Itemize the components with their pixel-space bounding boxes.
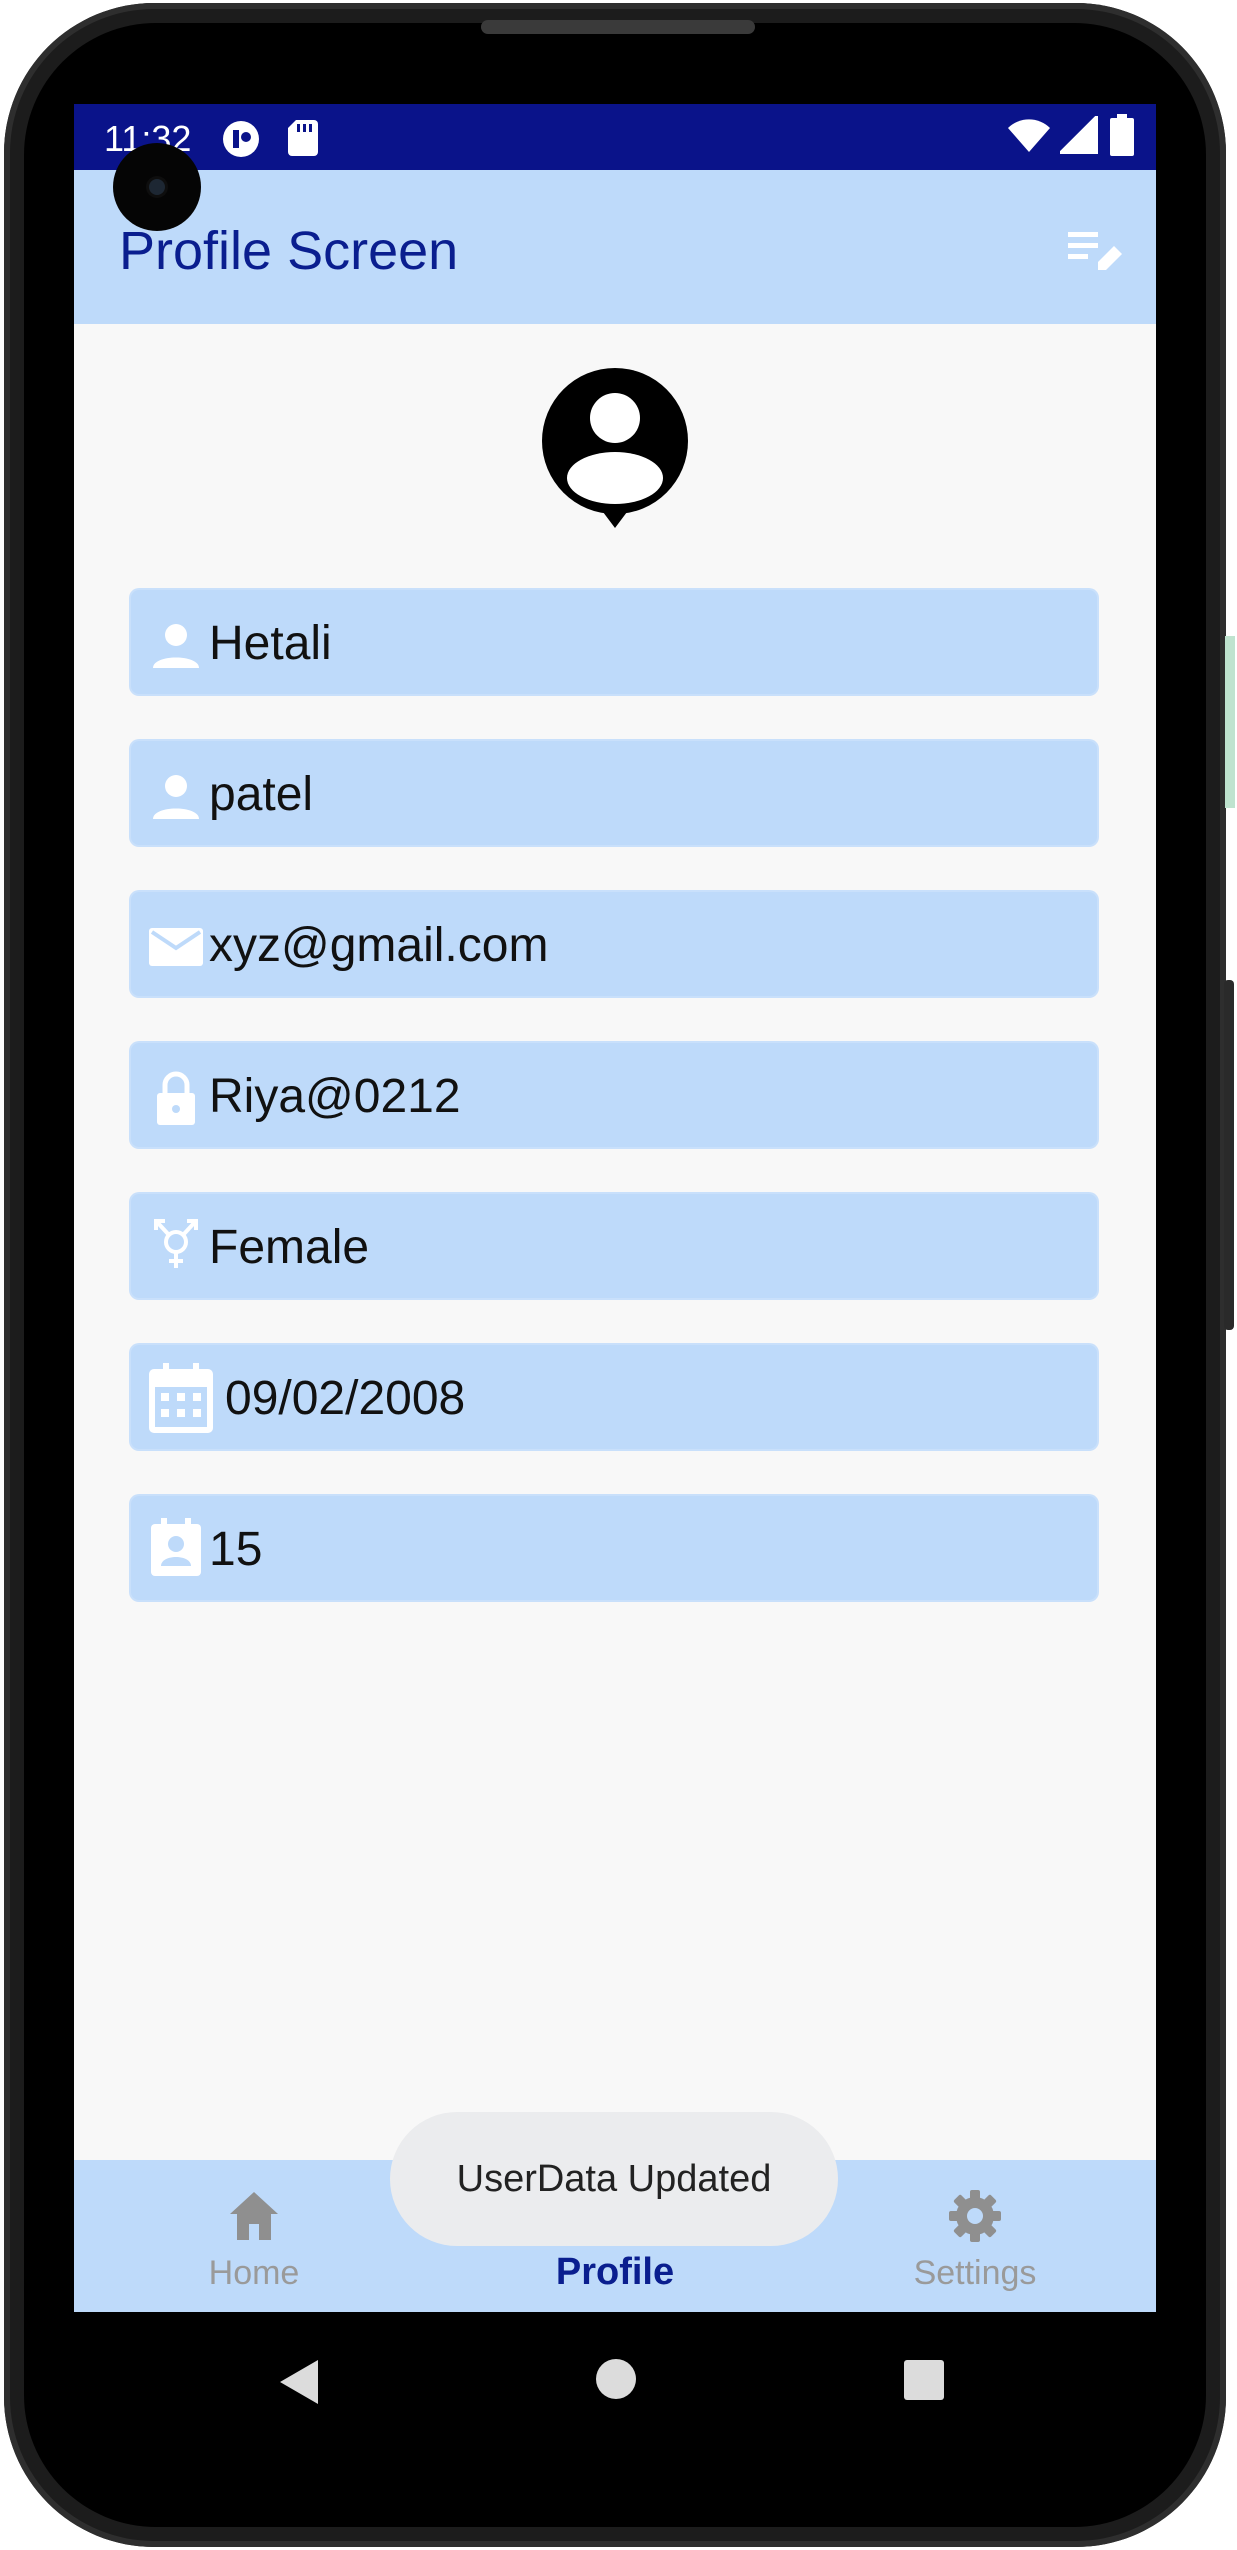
person-icon: [153, 624, 199, 668]
password-value: Riya@0212: [209, 1070, 461, 1123]
nav-label-settings: Settings: [913, 2254, 1037, 2292]
lock-icon: [157, 1071, 195, 1125]
home-circle-icon[interactable]: [595, 2358, 637, 2400]
nav-item-settings[interactable]: Settings: [855, 2160, 1095, 2312]
earpiece-speaker: [481, 20, 755, 34]
app-bar: Profile Screen: [74, 170, 1156, 324]
recents-icon[interactable]: [903, 2359, 945, 2401]
status-bar: 11:32: [74, 104, 1156, 170]
gender-icon: [154, 1219, 198, 1268]
calendar-icon: [149, 1363, 213, 1433]
email-icon: [149, 928, 203, 966]
first-name-value: Hetali: [209, 617, 332, 670]
side-edge-tab: [1225, 636, 1235, 808]
gender-value: Female: [209, 1221, 370, 1274]
email-field[interactable]: xyz@gmail.com: [131, 892, 1097, 996]
toast-text: UserData Updated: [456, 2158, 772, 2200]
last-name-value: patel: [209, 768, 314, 821]
nav-item-home[interactable]: Home: [134, 2160, 374, 2312]
nav-label-home: Home: [208, 2254, 300, 2292]
app-badge-icon: [223, 121, 259, 157]
wifi-icon: [1008, 119, 1050, 152]
volume-button: [1224, 980, 1234, 1330]
first-name-field[interactable]: Hetali: [131, 590, 1097, 694]
contact-badge-icon: [151, 1518, 201, 1576]
account-pin-icon[interactable]: [542, 368, 688, 534]
signal-icon: [1060, 116, 1098, 154]
settings-gear-icon: [949, 2190, 1001, 2242]
toast-message: UserData Updated: [390, 2112, 838, 2246]
page-title: Profile Screen: [119, 221, 459, 281]
password-field[interactable]: Riya@0212: [131, 1043, 1097, 1147]
nav-label-profile: Profile: [555, 2251, 675, 2293]
email-value: xyz@gmail.com: [209, 919, 549, 972]
edit-list-icon[interactable]: [1066, 226, 1124, 278]
birthdate-field[interactable]: 09/02/2008: [131, 1345, 1097, 1449]
sd-card-icon: [288, 120, 318, 156]
gender-field[interactable]: Female: [131, 1194, 1097, 1298]
front-camera: [113, 143, 201, 231]
age-field[interactable]: 15: [131, 1496, 1097, 1600]
age-value: 15: [209, 1523, 263, 1576]
back-icon[interactable]: [278, 2358, 320, 2406]
birthdate-value: 09/02/2008: [225, 1372, 466, 1425]
last-name-field[interactable]: patel: [131, 741, 1097, 845]
person-icon: [153, 775, 199, 819]
battery-icon: [1110, 114, 1134, 156]
home-icon: [230, 2192, 278, 2240]
